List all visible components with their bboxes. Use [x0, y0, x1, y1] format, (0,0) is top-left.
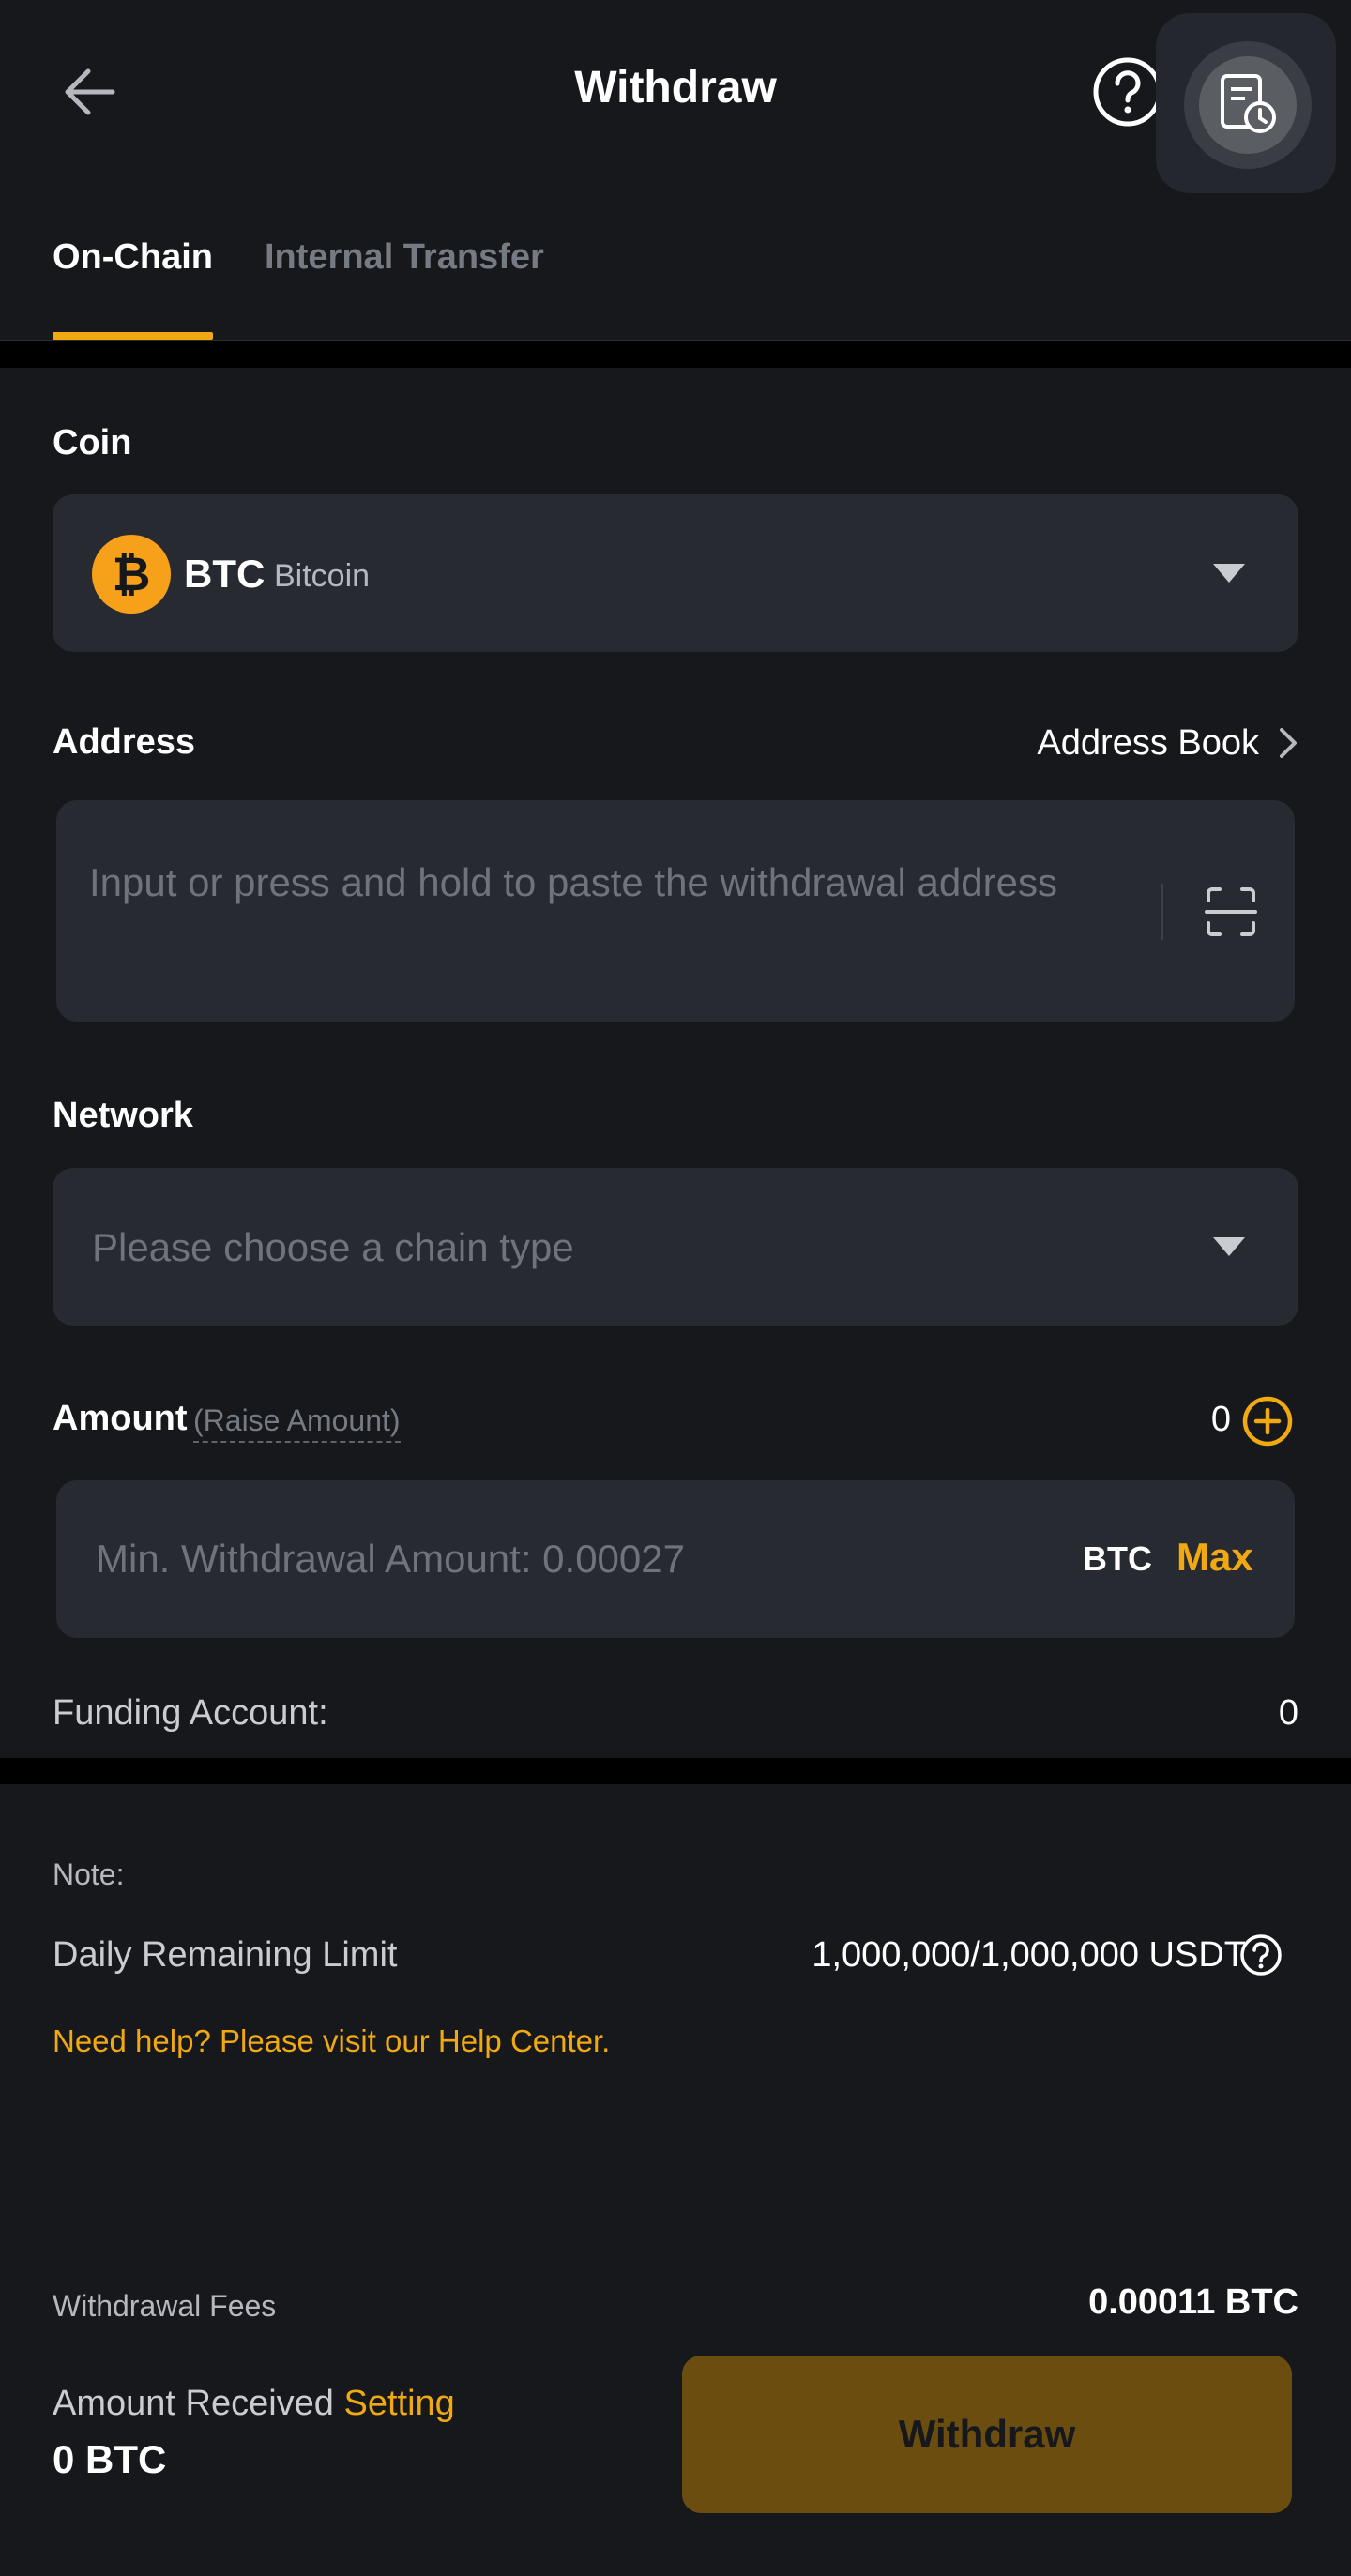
amount-count: 0 [1210, 1400, 1231, 1439]
caret-down-icon [1213, 564, 1245, 583]
raise-amount-link[interactable]: (Raise Amount) [193, 1400, 401, 1443]
daily-limit-value: 1,000,000/1,000,000 USDT [812, 1935, 1246, 1975]
note-label: Note: [53, 1857, 125, 1891]
address-divider [1161, 884, 1163, 940]
chevron-right-icon [1280, 728, 1297, 758]
address-placeholder: Input or press and hold to paste the wit… [89, 860, 1057, 904]
amount-label: Amount [53, 1399, 188, 1438]
withdraw-button[interactable]: Withdraw [682, 2356, 1292, 2513]
daily-limit-label: Daily Remaining Limit [53, 1935, 398, 1975]
caret-down-icon [1213, 1237, 1245, 1256]
coin-label: Coin [53, 423, 132, 462]
amount-unit: BTC [1083, 1539, 1152, 1578]
amount-placeholder: Min. Withdrawal Amount: 0.00027 [96, 1537, 685, 1581]
amount-received-row: Amount Received Setting [53, 2379, 455, 2428]
max-button[interactable]: Max [1176, 1531, 1253, 1583]
bitcoin-icon: ₿ [92, 535, 171, 614]
scan-button[interactable] [1203, 884, 1259, 940]
document-clock-icon [1221, 74, 1276, 133]
active-tab-indicator [53, 332, 213, 340]
coin-name: Bitcoin [274, 558, 371, 594]
withdrawal-fees-value: 0.00011 BTC [1088, 2282, 1298, 2322]
amount-received-label: Amount Received [53, 2384, 334, 2423]
history-button[interactable] [1184, 41, 1312, 169]
tab-on-chain[interactable]: On-Chain [53, 229, 213, 285]
address-label: Address [53, 722, 196, 762]
question-circle-icon [1093, 57, 1162, 127]
help-center-link[interactable]: Need help? Please visit our Help Center. [53, 2021, 610, 2062]
section-separator [0, 1758, 1351, 1784]
funding-account-value: 0 [1278, 1693, 1298, 1733]
tab-internal-transfer[interactable]: Internal Transfer [265, 229, 544, 285]
add-amount-button[interactable] [1241, 1395, 1294, 1447]
address-book-link[interactable]: Address Book [1037, 717, 1298, 769]
coin-symbol: BTC [184, 552, 266, 596]
amount-received-value: 0 BTC [53, 2437, 167, 2481]
funding-account-label: Funding Account: [53, 1693, 328, 1733]
limit-help-button[interactable] [1238, 1932, 1283, 1977]
network-placeholder: Please choose a chain type [92, 1225, 574, 1269]
withdrawal-fees-label: Withdrawal Fees [53, 2289, 277, 2323]
question-circle-icon [1240, 1934, 1282, 1976]
setting-link[interactable]: Setting [344, 2384, 455, 2423]
address-book-label: Address Book [1037, 723, 1259, 763]
address-input[interactable] [56, 800, 1295, 1022]
scan-icon [1205, 887, 1257, 936]
section-separator [0, 341, 1351, 368]
network-label: Network [53, 1096, 193, 1135]
plus-circle-icon [1242, 1396, 1293, 1447]
